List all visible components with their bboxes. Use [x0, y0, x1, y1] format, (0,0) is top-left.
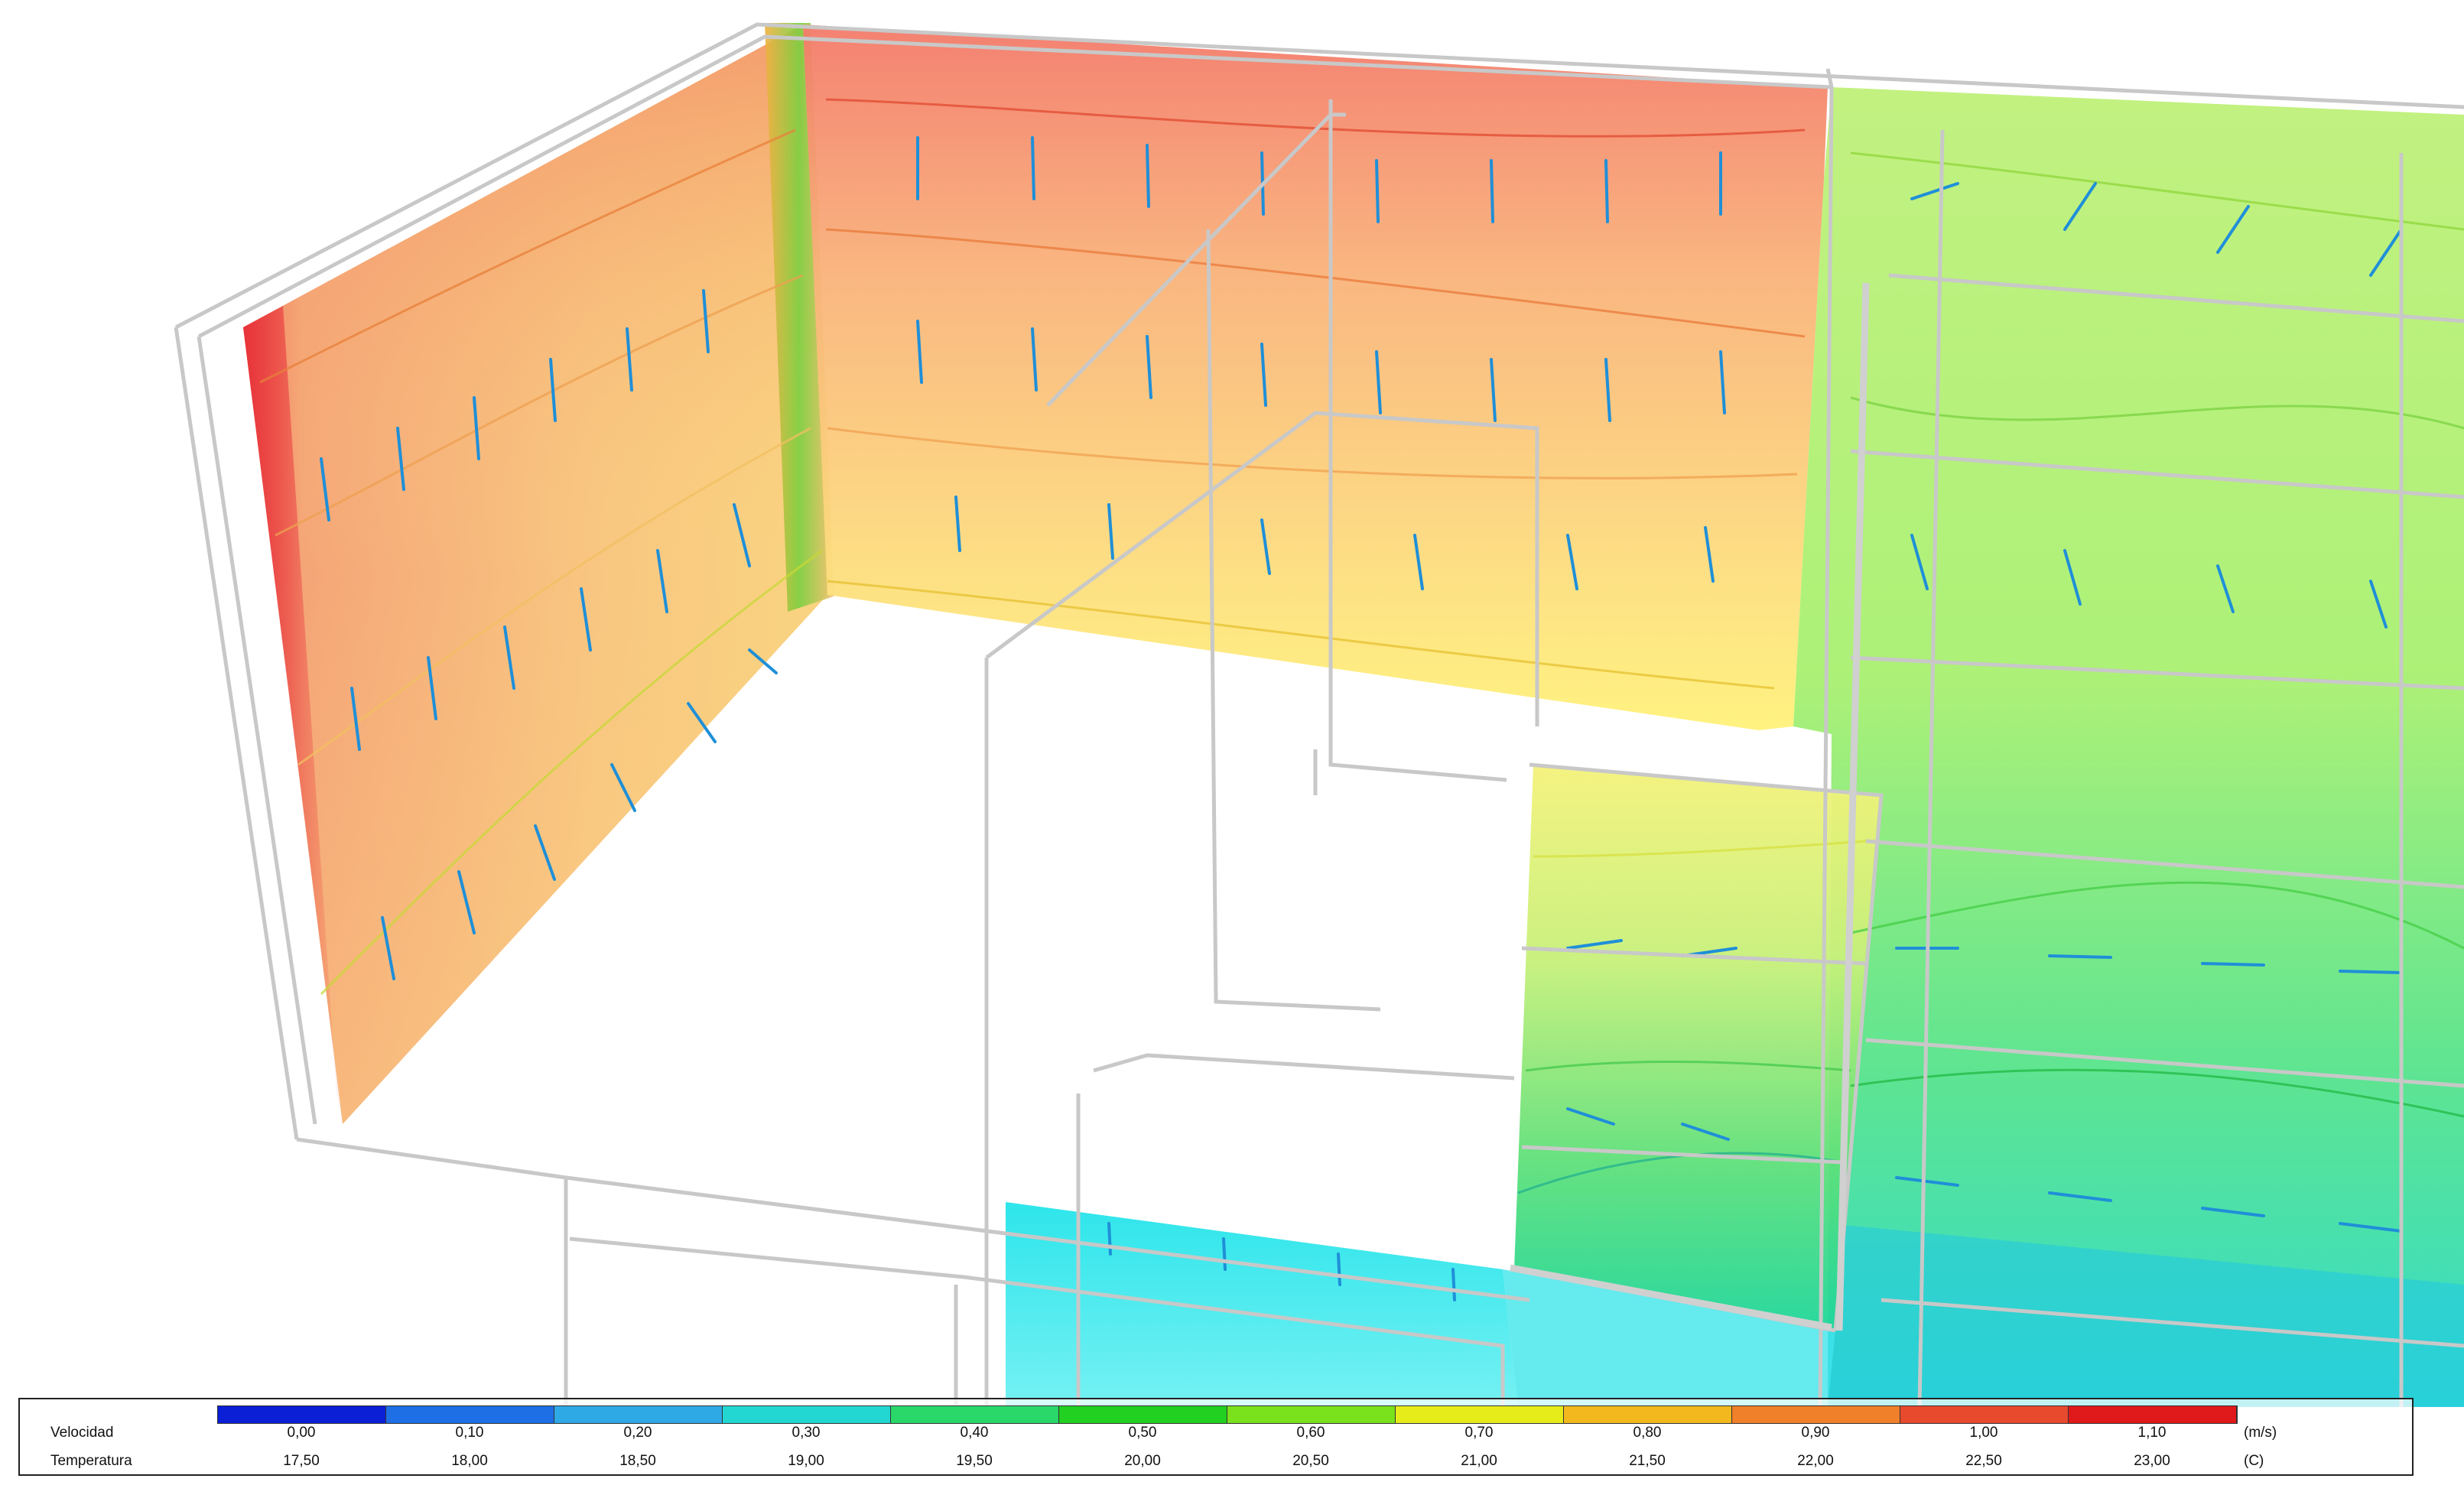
legend-swatch — [1732, 1406, 1900, 1423]
temperature-tick: 18,50 — [619, 1453, 656, 1469]
legend-swatch — [1396, 1406, 1564, 1423]
lower-cyan-slab — [1006, 1202, 1518, 1407]
right-room-temperature-surface — [1793, 87, 2464, 1407]
velocity-tick: 0,40 — [960, 1425, 989, 1441]
legend-swatch — [218, 1406, 386, 1423]
legend-swatch — [1059, 1406, 1227, 1423]
velocity-tick: 0,90 — [1801, 1425, 1830, 1441]
color-scale-bar — [217, 1405, 2238, 1424]
velocity-tick: 0,70 — [1464, 1425, 1494, 1441]
velocity-tick: 0,30 — [792, 1425, 821, 1441]
temperature-tick: 21,00 — [1461, 1453, 1497, 1469]
legend-swatch — [723, 1406, 891, 1423]
temperature-tick: 22,50 — [1965, 1453, 2002, 1469]
temperature-tick: 23,00 — [2134, 1453, 2170, 1469]
velocity-tick: 0,00 — [287, 1425, 316, 1441]
legend-swatch — [554, 1406, 723, 1423]
velocity-unit: (m/s) — [2244, 1425, 2277, 1441]
temperature-tick: 21,50 — [1629, 1453, 1666, 1469]
velocity-tick: 0,10 — [455, 1425, 484, 1441]
color-legend: Velocidad Temperatura 0,00 17,50 0,10 18,00… — [18, 1398, 2414, 1476]
temperature-label: Temperatura — [50, 1453, 132, 1469]
temperature-tick: 20,00 — [1124, 1453, 1161, 1469]
velocity-tick: 1,00 — [1969, 1425, 1998, 1441]
temperature-tick: 19,00 — [788, 1453, 824, 1469]
left-wall-shading — [243, 24, 827, 1124]
legend-swatch — [1564, 1406, 1732, 1423]
temperature-unit: (C) — [2244, 1453, 2264, 1469]
velocity-tick: 1,10 — [2137, 1425, 2167, 1441]
velocity-tick: 0,60 — [1296, 1425, 1325, 1441]
temperature-tick: 18,00 — [451, 1453, 488, 1469]
temperature-tick: 20,50 — [1292, 1453, 1329, 1469]
legend-swatch — [891, 1406, 1059, 1423]
velocity-tick: 0,20 — [623, 1425, 652, 1441]
legend-swatch — [2069, 1406, 2237, 1423]
velocity-label: Velocidad — [50, 1425, 114, 1441]
velocity-tick: 0,80 — [1633, 1425, 1662, 1441]
velocity-tick: 0,50 — [1128, 1425, 1157, 1441]
legend-swatch — [386, 1406, 554, 1423]
legend-swatch — [1900, 1406, 2069, 1423]
temperature-tick: 22,00 — [1797, 1453, 1834, 1469]
temperature-tick: 19,50 — [956, 1453, 993, 1469]
cfd-simulation-view — [174, 22, 2464, 1408]
legend-swatch — [1227, 1406, 1396, 1423]
temperature-tick: 17,50 — [283, 1453, 320, 1469]
